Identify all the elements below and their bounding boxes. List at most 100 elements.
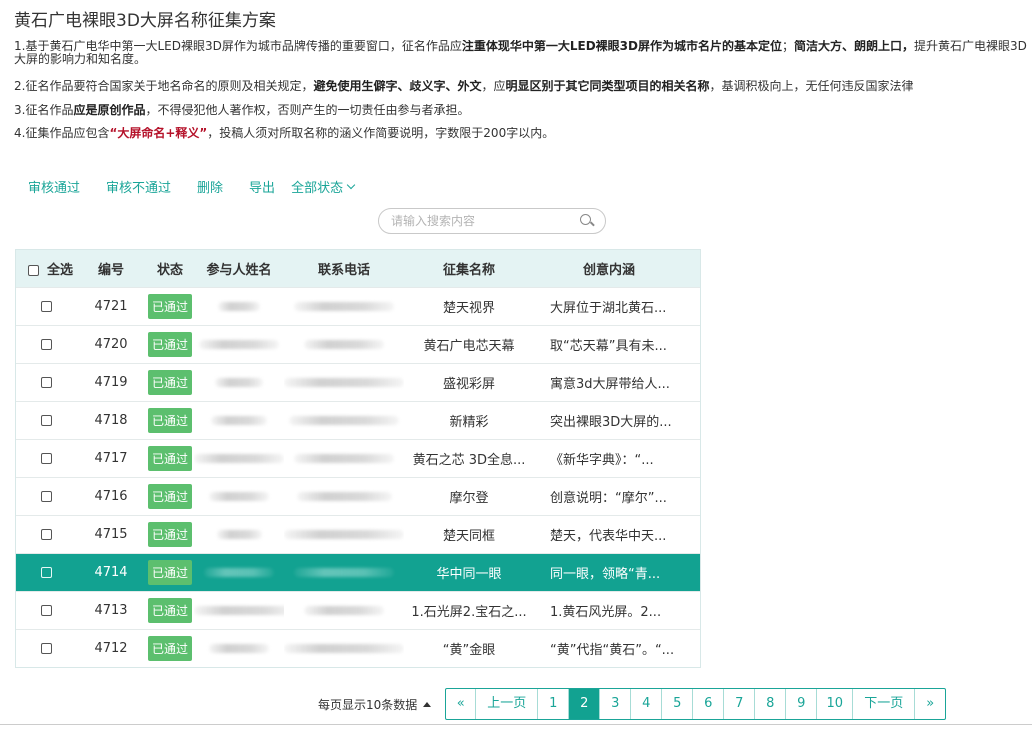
- table-row[interactable]: 4716 已通过 摩尔登 创意说明：“摩尔”...: [16, 477, 700, 515]
- row-checkbox-cell[interactable]: [16, 565, 76, 580]
- status-filter-dropdown[interactable]: 全部状态: [291, 177, 356, 196]
- redacted-phone: [294, 568, 394, 577]
- row-checkbox[interactable]: [40, 491, 52, 502]
- row-title: 盛视彩屏: [442, 377, 495, 392]
- per-page-label: 每页显示10条数据: [318, 697, 418, 712]
- redacted-name: [204, 568, 274, 577]
- rule-3-text-1: 3.征名作品: [14, 103, 74, 116]
- row-phone-redacted: [284, 375, 404, 390]
- row-id: 4714: [94, 565, 128, 580]
- row-title: 黄石之芯 3D全息...: [412, 453, 526, 468]
- row-checkbox[interactable]: [40, 339, 52, 350]
- row-title: 黄石广电芯天幕: [423, 339, 515, 354]
- row-checkbox-cell[interactable]: [16, 527, 76, 542]
- row-checkbox-cell[interactable]: [16, 299, 76, 314]
- row-idea: 同一眼，领略“青...: [550, 567, 661, 582]
- row-checkbox[interactable]: [40, 415, 52, 426]
- row-name-redacted: [194, 451, 284, 466]
- export-button[interactable]: 导出: [249, 177, 275, 196]
- row-checkbox-cell[interactable]: [16, 489, 76, 504]
- table-row[interactable]: 4718 已通过 新精彩 突出裸眼3D大屏的...: [16, 401, 700, 439]
- rule-2-text-2: ，应: [481, 80, 506, 93]
- search-icon[interactable]: [579, 213, 595, 229]
- row-idea: 楚天，代表华中天...: [550, 529, 667, 544]
- table-row[interactable]: 4712 已通过 “黄”金眼 “黄”代指“黄石”。“...: [16, 629, 700, 667]
- rule-1-text-2: ；: [781, 40, 794, 53]
- row-checkbox-cell[interactable]: [16, 337, 76, 352]
- row-checkbox[interactable]: [40, 529, 52, 540]
- row-checkbox-cell[interactable]: [16, 641, 76, 656]
- table-header-row: 全选 编号 状态 参与人姓名 联系电话 征集名称 创意内涵: [16, 250, 700, 287]
- table-row[interactable]: 4719 已通过 盛视彩屏 寓意3d大屏带给人...: [16, 363, 700, 401]
- page-10-button[interactable]: 10: [817, 689, 854, 719]
- page-1-button[interactable]: 1: [538, 689, 570, 719]
- row-phone-redacted: [284, 337, 404, 352]
- table-row[interactable]: 4714 已通过 华中同一眼 同一眼，领略“青...: [16, 553, 700, 591]
- select-all-checkbox[interactable]: [28, 265, 39, 276]
- row-checkbox[interactable]: [40, 605, 52, 616]
- page-5-button[interactable]: 5: [662, 689, 694, 719]
- table-row[interactable]: 4720 已通过 黄石广电芯天幕 取“芯天幕”具有未...: [16, 325, 700, 363]
- reject-button[interactable]: 审核不通过: [106, 177, 171, 196]
- row-name-redacted: [194, 527, 284, 542]
- select-all-label: 全选: [47, 263, 74, 278]
- row-id: 4719: [94, 375, 128, 390]
- pagination: 每页显示10条数据 « 上一页 1 2 3 4 5 6 7 8 9 10 下一页»: [318, 688, 947, 720]
- row-checkbox[interactable]: [40, 453, 52, 464]
- row-checkbox-cell[interactable]: [16, 451, 76, 466]
- page-4-button[interactable]: 4: [631, 689, 663, 719]
- row-status-cell: 已通过: [146, 598, 194, 623]
- page-9-button[interactable]: 9: [786, 689, 818, 719]
- row-idea: 寓意3d大屏带给人...: [550, 377, 670, 392]
- header-idea: 创意内涵: [582, 263, 635, 278]
- approve-button[interactable]: 审核通过: [28, 177, 80, 196]
- row-phone-redacted: [284, 603, 404, 618]
- row-title: 华中同一眼: [436, 567, 502, 582]
- row-idea: 取“芯天幕”具有未...: [550, 339, 667, 354]
- page-2-button[interactable]: 2: [569, 689, 601, 719]
- row-checkbox[interactable]: [40, 377, 52, 388]
- row-phone-redacted: [284, 641, 404, 656]
- action-toolbar: 审核通过 审核不通过 删除 导出 全部状态: [28, 177, 356, 196]
- row-checkbox-cell[interactable]: [16, 375, 76, 390]
- row-status-cell: 已通过: [146, 560, 194, 585]
- table-row[interactable]: 4715 已通过 楚天同框 楚天，代表华中天...: [16, 515, 700, 553]
- page-8-button[interactable]: 8: [755, 689, 787, 719]
- rule-4-text-1: 4.征集作品应包含: [14, 127, 110, 140]
- row-name-redacted: [194, 489, 284, 504]
- rule-4-highlight: “大屏命名+释义”: [109, 127, 208, 140]
- page-3-button[interactable]: 3: [600, 689, 632, 719]
- page-6-button[interactable]: 6: [693, 689, 725, 719]
- page-7-button[interactable]: 7: [724, 689, 756, 719]
- first-page-button[interactable]: «: [446, 689, 477, 719]
- status-badge: 已通过: [147, 332, 192, 357]
- header-status: 状态: [156, 263, 183, 278]
- caret-up-icon: [423, 701, 432, 707]
- redacted-name: [194, 606, 284, 615]
- rule-3-text-2: ，不得侵犯他人著作权，否则产生的一切责任由参与者承担。: [145, 103, 470, 116]
- select-all-cell[interactable]: 全选: [16, 259, 76, 278]
- search-input[interactable]: [391, 214, 579, 228]
- row-id: 4716: [94, 489, 128, 504]
- row-checkbox[interactable]: [40, 301, 52, 312]
- redacted-name: [199, 340, 279, 349]
- row-checkbox[interactable]: [40, 567, 52, 578]
- header-id: 编号: [97, 263, 124, 278]
- row-checkbox-cell[interactable]: [16, 603, 76, 618]
- redacted-phone: [289, 416, 399, 425]
- redacted-name: [218, 302, 260, 311]
- redacted-phone: [294, 454, 394, 463]
- row-status-cell: 已通过: [146, 446, 194, 471]
- row-checkbox[interactable]: [40, 643, 52, 654]
- last-page-button[interactable]: »: [915, 689, 945, 719]
- prev-page-button[interactable]: 上一页: [476, 689, 539, 719]
- delete-button[interactable]: 删除: [197, 177, 223, 196]
- row-checkbox-cell[interactable]: [16, 413, 76, 428]
- table-row[interactable]: 4713 已通过 1.石光屏2.宝石之... 1.黄石风光屏。2...: [16, 591, 700, 629]
- header-phone: 联系电话: [317, 263, 370, 278]
- next-page-button[interactable]: 下一页: [853, 689, 916, 719]
- table-row[interactable]: 4721 已通过 楚天视界 大屏位于湖北黄石...: [16, 287, 700, 325]
- row-idea: “黄”代指“黄石”。“...: [550, 643, 675, 658]
- table-row[interactable]: 4717 已通过 黄石之芯 3D全息... 《新华字典》：“...: [16, 439, 700, 477]
- per-page-selector[interactable]: 每页显示10条数据: [318, 696, 432, 713]
